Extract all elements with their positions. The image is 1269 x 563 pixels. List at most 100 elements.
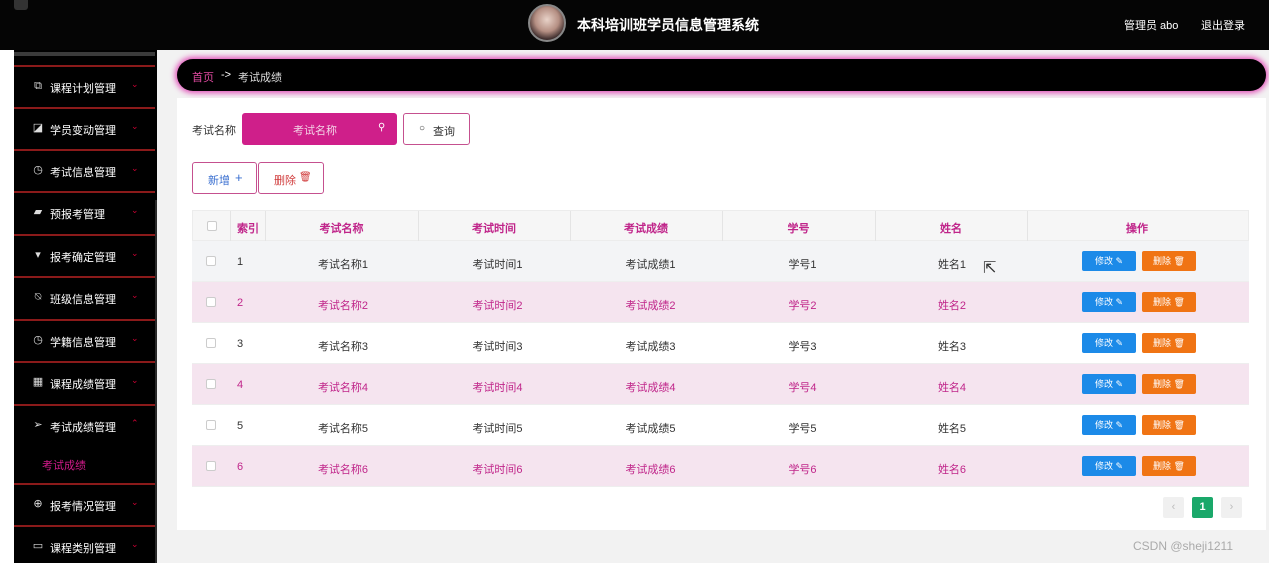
sidebar-item-register-confirm[interactable]: ▾ 报考确定管理 ⌄ <box>14 234 155 276</box>
query-label: 查询 <box>433 126 455 138</box>
cell-exam-time: 考试时间5 <box>472 423 523 435</box>
sidebar-item-label: 报考确定管理 <box>50 252 116 264</box>
select-all-checkbox[interactable] <box>207 221 217 231</box>
menu-separator <box>14 525 155 527</box>
search-label: 考试名称 <box>192 125 236 137</box>
add-button[interactable]: 新增 + <box>192 162 257 194</box>
breadcrumb-current: 考试成绩 <box>238 72 282 84</box>
window-corner-icon <box>14 0 28 10</box>
header-exam-score: 考试成绩 <box>624 223 668 235</box>
sidebar-item-enrollment-info[interactable]: ◷ 学籍信息管理 ⌄ <box>14 319 155 361</box>
sidebar-item-register-status[interactable]: ⊕ 报考情况管理 ⌄ <box>14 483 155 525</box>
chevron-down-icon: ⌄ <box>131 290 139 300</box>
row-checkbox[interactable] <box>206 461 216 471</box>
menu-separator <box>14 191 155 193</box>
row-delete-button[interactable]: 删除 🗑 <box>1142 374 1196 394</box>
menu-separator <box>14 65 155 67</box>
row-delete-button[interactable]: 删除 🗑 <box>1142 251 1196 271</box>
compass-icon: ◷ <box>33 164 43 176</box>
cell-index: 3 <box>236 338 244 350</box>
cell-exam-score: 考试成绩3 <box>625 341 676 353</box>
cell-student-id: 学号2 <box>788 300 817 312</box>
cell-student-name: 姓名6 <box>937 464 967 476</box>
chevron-down-icon: ⌄ <box>131 163 139 173</box>
submenu-exam-grade[interactable]: 考试成绩 <box>42 457 86 473</box>
chevron-down-icon: ⌄ <box>131 539 139 549</box>
edit-label: 修改 <box>1094 338 1113 348</box>
delete-label: 删除 <box>1153 379 1172 389</box>
delete-button[interactable]: 删除 🗑 <box>258 162 324 194</box>
chevron-down-icon: ⌄ <box>131 248 139 258</box>
row-delete-button[interactable]: 删除 🗑 <box>1142 415 1196 435</box>
row-delete-button[interactable]: 删除 🗑 <box>1142 292 1196 312</box>
add-label: 新增 <box>208 175 230 187</box>
edit-label: 修改 <box>1094 297 1113 307</box>
cell-exam-score: 考试成绩1 <box>625 259 676 271</box>
edit-label: 修改 <box>1094 379 1113 389</box>
pin-icon: ▾ <box>35 249 41 261</box>
sidebar-scrollbar[interactable] <box>155 200 157 563</box>
sidebar-item-course-category[interactable]: ▭ 课程类别管理 ⌄ <box>14 525 155 563</box>
edit-button[interactable]: 修改 ✎ <box>1082 333 1136 353</box>
sidebar-item-course-grade[interactable]: ▦ 课程成绩管理 ⌄ <box>14 361 155 403</box>
send-icon: ➢ <box>33 419 43 431</box>
prev-page-button[interactable]: ‹ <box>1163 497 1184 518</box>
edit-button[interactable]: 修改 ✎ <box>1082 415 1136 435</box>
chevron-down-icon: ⌄ <box>131 121 139 131</box>
cell-student-name: 姓名1 <box>937 259 967 271</box>
current-page-button[interactable]: 1 <box>1192 497 1213 518</box>
sidebar-item-label: 报考情况管理 <box>50 501 116 513</box>
chevron-down-icon: ⌄ <box>131 333 139 343</box>
chevron-down-icon: ⌄ <box>131 375 139 385</box>
edit-button[interactable]: 修改 ✎ <box>1082 374 1136 394</box>
cell-exam-name: 考试名称3 <box>317 341 369 353</box>
sidebar-item-class-info[interactable]: ⍉ 班级信息管理 ⌄ <box>14 276 155 318</box>
header-student-name: 姓名 <box>940 223 962 235</box>
cell-exam-score: 考试成绩2 <box>625 300 676 312</box>
row-checkbox[interactable] <box>206 297 216 307</box>
cell-student-name: 姓名3 <box>937 341 967 353</box>
sidebar-strip <box>0 50 14 563</box>
header-exam-name: 考试名称 <box>319 223 364 235</box>
menu-separator <box>14 483 155 485</box>
sidebar-item-student-change[interactable]: ◪ 学员变动管理 ⌄ <box>14 107 155 149</box>
app-title: 本科培训班学员信息管理系统 <box>577 17 759 33</box>
row-delete-button[interactable]: 删除 🗑 <box>1142 333 1196 353</box>
cell-exam-score: 考试成绩5 <box>625 423 676 435</box>
sidebar-item-pre-register[interactable]: ▰ 预报考管理 ⌄ <box>14 191 155 233</box>
edit-button[interactable]: 修改 ✎ <box>1082 292 1136 312</box>
avatar <box>528 4 566 42</box>
row-delete-button[interactable]: 删除 🗑 <box>1142 456 1196 476</box>
plus-icon: + <box>235 170 243 185</box>
logout-button[interactable]: 退出登录 <box>1201 17 1245 33</box>
header-index: 索引 <box>237 223 259 235</box>
menu-separator <box>14 107 155 109</box>
sidebar-item-label: 考试成绩管理 <box>50 422 116 434</box>
sidebar-item-exam-grade[interactable]: ➢ 考试成绩管理 ⌃ <box>14 404 155 446</box>
row-checkbox[interactable] <box>206 420 216 430</box>
sidebar-item-course-plan[interactable]: ⧉ 课程计划管理 ⌄ <box>14 65 155 107</box>
breadcrumb-home[interactable]: 首页 <box>192 69 214 85</box>
edit-button[interactable]: 修改 ✎ <box>1082 251 1136 271</box>
grid-icon: ▦ <box>32 376 44 388</box>
next-page-button[interactable]: › <box>1221 497 1242 518</box>
cell-exam-time: 考试时间6 <box>472 464 523 476</box>
row-checkbox[interactable] <box>206 256 216 266</box>
cell-student-id: 学号3 <box>788 341 817 353</box>
header-actions: 操作 <box>1126 223 1148 235</box>
delete-label: 删除 <box>1153 420 1172 430</box>
search-input[interactable]: 考试名称 ⚲ <box>242 113 397 145</box>
table-row: 4 考试名称4 考试时间4 考试成绩4 学号4 姓名4 修改 ✎ 删除 🗑 <box>192 364 1249 405</box>
row-checkbox[interactable] <box>206 379 216 389</box>
query-button[interactable]: ○ 查询 <box>403 113 470 145</box>
cell-exam-time: 考试时间1 <box>472 259 523 271</box>
sidebar-item-exam-info[interactable]: ◷ 考试信息管理 ⌄ <box>14 149 155 191</box>
watermark: CSDN @sheji1211 <box>1133 539 1234 553</box>
cell-student-name: 姓名2 <box>937 300 967 312</box>
table-row: 6 考试名称6 考试时间6 考试成绩6 学号6 姓名6 修改 ✎ 删除 🗑 <box>192 446 1249 487</box>
chevron-down-icon: ⌄ <box>131 79 139 89</box>
edit-button[interactable]: 修改 ✎ <box>1082 456 1136 476</box>
search-icon: ○ <box>419 123 426 134</box>
sidebar-item-label: 预报考管理 <box>50 209 105 221</box>
row-checkbox[interactable] <box>206 338 216 348</box>
